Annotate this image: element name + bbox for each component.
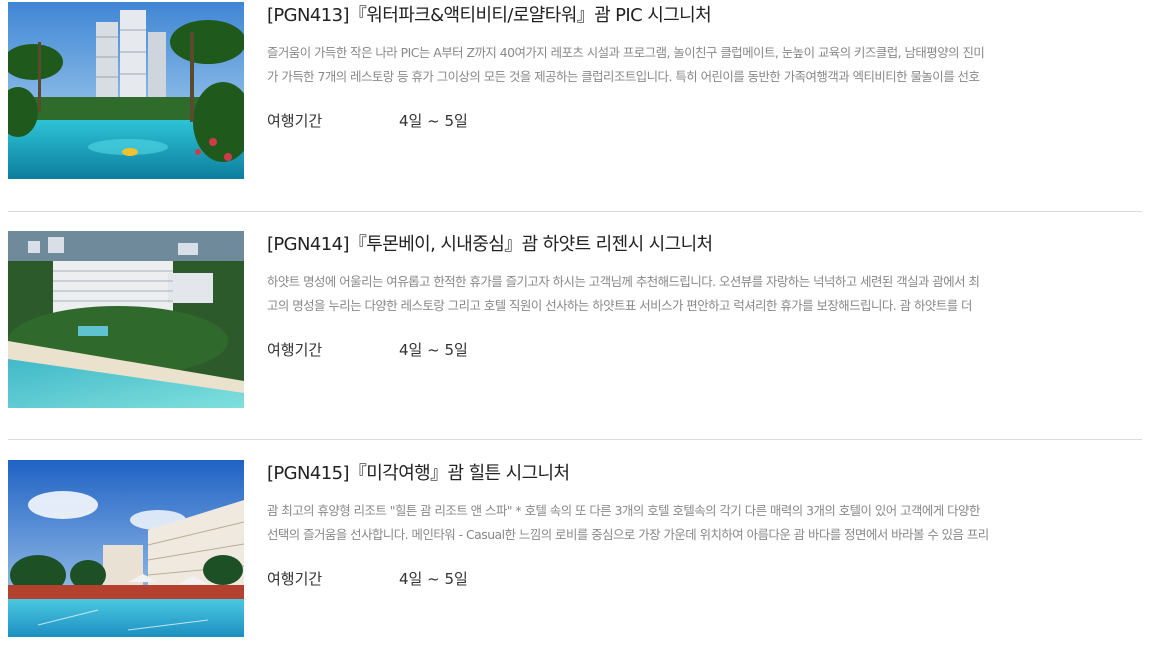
list-item[interactable]: [PGN415]『미각여행』괌 힐튼 시그니처 괌 최고의 휴양형 리조트 "힐…: [8, 460, 1142, 638]
product-thumbnail[interactable]: [8, 460, 244, 637]
product-info: [PGN415]『미각여행』괌 힐튼 시그니처 괌 최고의 휴양형 리조트 "힐…: [267, 460, 1142, 591]
description-line: 고의 명성을 누리는 다양한 레스토랑 그리고 호텔 직원이 선사하는 하얏트표…: [267, 298, 972, 313]
travel-period-value: 4일 ~ 5일: [399, 570, 468, 588]
product-thumbnail[interactable]: [8, 231, 244, 408]
travel-period: 여행기간 4일 ~ 5일: [267, 338, 1142, 362]
product-title[interactable]: [PGN414]『투몬베이, 시내중심』괌 하얏트 리젠시 시그니처: [267, 232, 1142, 258]
travel-period: 여행기간 4일 ~ 5일: [267, 109, 1142, 133]
list-item[interactable]: [PGN413]『워터파크&액티비티/로얄타워』괌 PIC 시그니처 즐거움이 …: [8, 2, 1142, 180]
divider: [8, 439, 1142, 440]
description-line: 괌 최고의 휴양형 리조트 "힐튼 괌 리조트 앤 스파" * 호텔 속의 또 …: [267, 503, 980, 518]
travel-period-value: 4일 ~ 5일: [399, 341, 468, 359]
product-title[interactable]: [PGN413]『워터파크&액티비티/로얄타워』괌 PIC 시그니처: [267, 3, 1142, 29]
travel-period-label: 여행기간: [267, 112, 323, 130]
divider: [8, 211, 1142, 212]
product-description: 하얏트 명성에 어울리는 여유롭고 한적한 휴가를 즐기고자 하시는 고객님께 …: [267, 270, 1142, 318]
product-thumbnail[interactable]: [8, 2, 244, 179]
travel-period-value: 4일 ~ 5일: [399, 112, 468, 130]
list-item[interactable]: [PGN414]『투몬베이, 시내중심』괌 하얏트 리젠시 시그니처 하얏트 명…: [8, 231, 1142, 409]
product-description: 즐거움이 가득한 작은 나라 PIC는 A부터 Z까지 40여가지 레포츠 시설…: [267, 41, 1142, 89]
travel-period: 여행기간 4일 ~ 5일: [267, 567, 1142, 591]
product-title[interactable]: [PGN415]『미각여행』괌 힐튼 시그니처: [267, 461, 1142, 487]
description-line: 가 가득한 7개의 레스토랑 등 휴가 그이상의 모든 것을 제공하는 클럽리조…: [267, 69, 980, 84]
travel-period-label: 여행기간: [267, 341, 323, 359]
product-description: 괌 최고의 휴양형 리조트 "힐튼 괌 리조트 앤 스파" * 호텔 속의 또 …: [267, 499, 1142, 547]
description-line: 선택의 즐거움을 선사합니다. 메인타워 - Casual한 느낌의 로비를 중…: [267, 527, 989, 542]
description-line: 하얏트 명성에 어울리는 여유롭고 한적한 휴가를 즐기고자 하시는 고객님께 …: [267, 274, 980, 289]
product-info: [PGN413]『워터파크&액티비티/로얄타워』괌 PIC 시그니처 즐거움이 …: [267, 2, 1142, 133]
description-line: 즐거움이 가득한 작은 나라 PIC는 A부터 Z까지 40여가지 레포츠 시설…: [267, 45, 985, 60]
travel-period-label: 여행기간: [267, 570, 323, 588]
product-info: [PGN414]『투몬베이, 시내중심』괌 하얏트 리젠시 시그니처 하얏트 명…: [267, 231, 1142, 362]
